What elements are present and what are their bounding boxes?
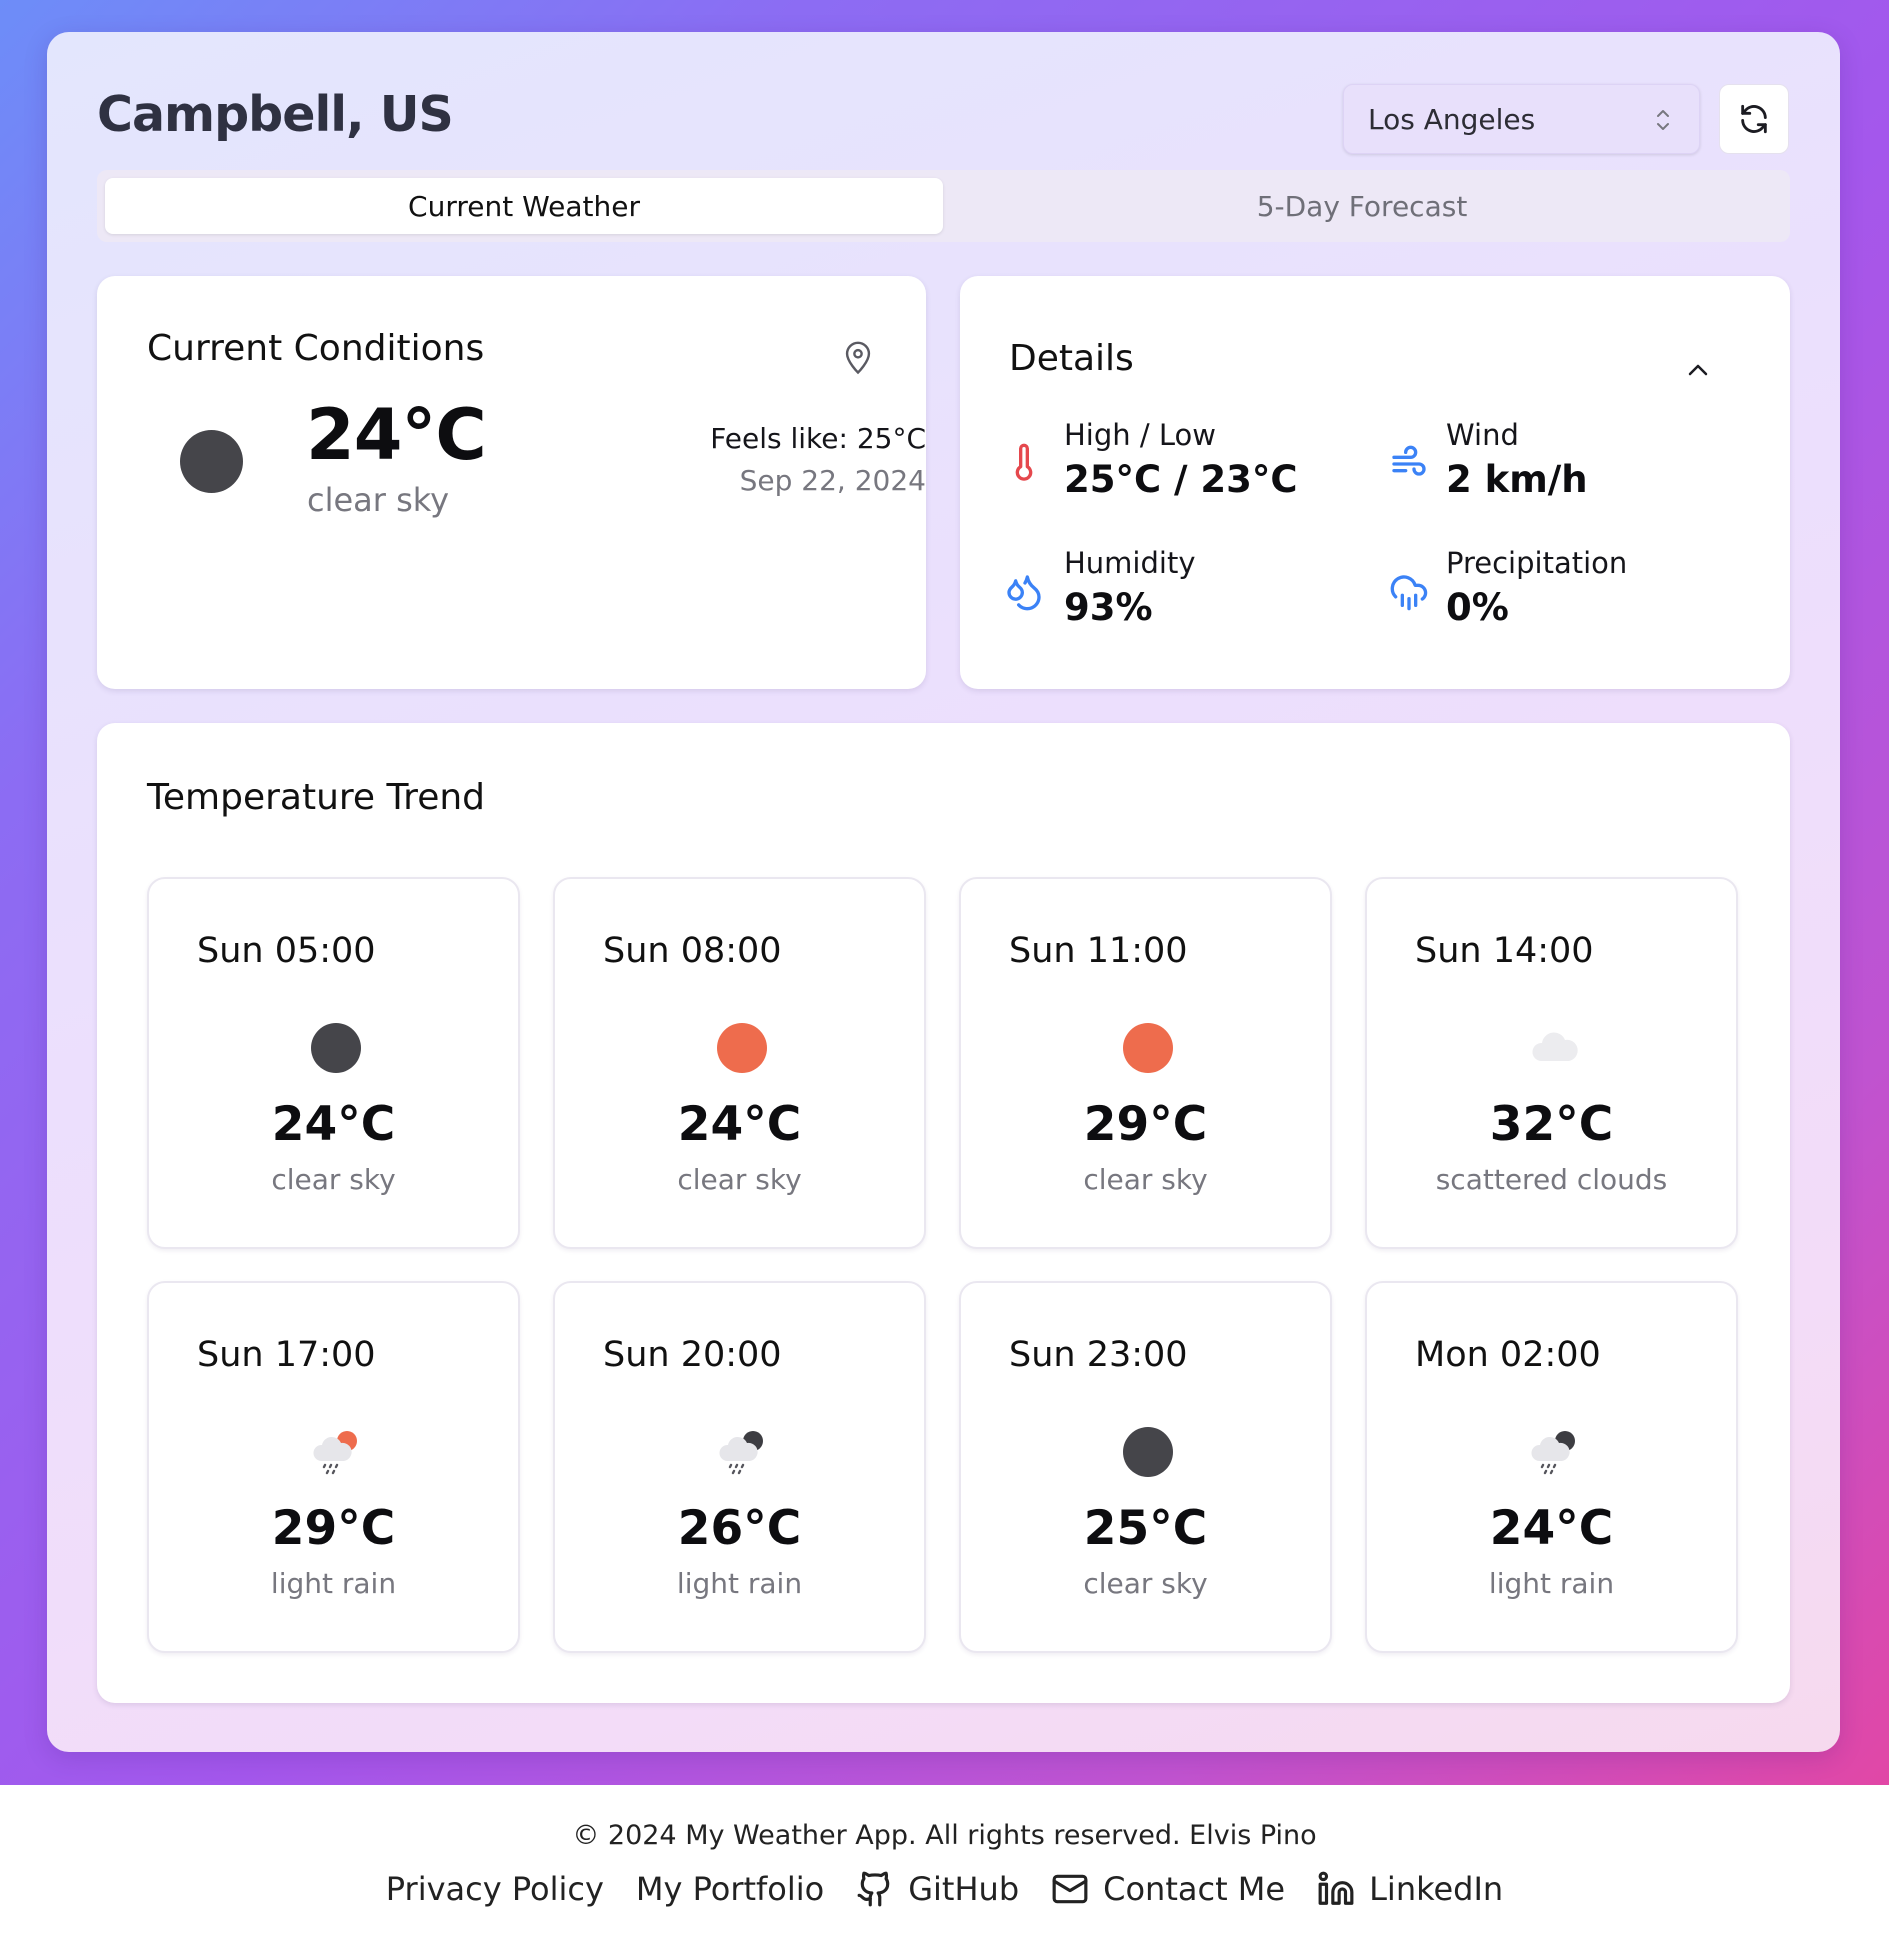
forecast-time: Sun 20:00 — [603, 1335, 782, 1375]
current-temperature: 24°C — [306, 394, 487, 476]
detail-label-wind: Wind — [1446, 418, 1519, 452]
forecast-temp: 24°C — [1489, 1501, 1614, 1556]
forecast-temp: 29°C — [271, 1501, 396, 1556]
forecast-temp: 26°C — [677, 1501, 802, 1556]
moon-icon — [180, 430, 243, 493]
detail-value-high-low: 25°C / 23°C — [1064, 458, 1298, 501]
forecast-desc: light rain — [1488, 1567, 1615, 1600]
forecast-card: Sun 11:00 29°C clear sky — [959, 877, 1332, 1249]
linkedin-icon — [1318, 1871, 1354, 1905]
current-description: clear sky — [307, 481, 450, 519]
refresh-button[interactable] — [1719, 84, 1789, 154]
chevron-up-icon[interactable] — [1686, 362, 1710, 378]
thermometer-icon — [1015, 443, 1033, 481]
forecast-time: Sun 17:00 — [197, 1335, 376, 1375]
rain-sun-icon — [313, 1431, 357, 1475]
forecast-temp: 29°C — [1083, 1097, 1208, 1152]
tab-5-day-forecast[interactable]: 5-Day Forecast — [943, 178, 1781, 234]
forecast-temp: 24°C — [271, 1097, 396, 1152]
privacy-policy-label: Privacy Policy — [385, 1870, 604, 1908]
github-icon — [857, 1871, 890, 1907]
details-title: Details — [1009, 338, 1134, 379]
forecast-time: Sun 14:00 — [1415, 931, 1594, 971]
forecast-time: Mon 02:00 — [1415, 1335, 1601, 1375]
forecast-desc: clear sky — [1083, 1163, 1208, 1196]
portfolio-label: My Portfolio — [635, 1870, 825, 1908]
forecast-time: Sun 23:00 — [1009, 1335, 1188, 1375]
forecast-card: Sun 20:00 26°C light rain — [553, 1281, 926, 1653]
moon-icon — [311, 1023, 361, 1073]
forecast-card: Sun 23:00 25°C clear sky — [959, 1281, 1332, 1653]
privacy-policy-link[interactable]: Privacy Policy — [386, 1870, 604, 1908]
forecast-card: Sun 17:00 29°C light rain — [147, 1281, 520, 1653]
github-link[interactable]: GitHub — [856, 1870, 1019, 1908]
linkedin-label: LinkedIn — [1369, 1870, 1504, 1908]
city-select[interactable]: Los Angeles — [1343, 84, 1700, 154]
mail-icon — [1052, 1874, 1088, 1904]
cloud-rain-icon — [1390, 575, 1428, 611]
detail-value-wind: 2 km/h — [1446, 458, 1588, 501]
sun-icon — [717, 1023, 767, 1073]
wind-icon — [1392, 445, 1426, 476]
forecast-desc: clear sky — [271, 1163, 396, 1196]
details-card: Details High / Low 25°C / 23°C Wind 2 km… — [960, 276, 1790, 689]
rain-moon-icon — [1531, 1431, 1575, 1475]
tab-current-weather[interactable]: Current Weather — [105, 178, 943, 234]
droplets-icon — [1007, 575, 1041, 611]
contact-link[interactable]: Contact Me — [1051, 1870, 1285, 1908]
refresh-icon — [1741, 104, 1767, 134]
forecast-card: Sun 14:00 32°C scattered clouds — [1365, 877, 1738, 1249]
temperature-trend-card: Temperature Trend Sun 05:00 24°C clear s… — [97, 723, 1790, 1703]
chevrons-up-down-icon — [1657, 110, 1669, 130]
current-conditions-title: Current Conditions — [147, 328, 485, 369]
forecast-card: Sun 05:00 24°C clear sky — [147, 877, 520, 1249]
forecast-card: Mon 02:00 24°C light rain — [1365, 1281, 1738, 1653]
forecast-temp: 24°C — [677, 1097, 802, 1152]
current-date: Sep 22, 2024 — [739, 464, 926, 497]
detail-label-precipitation: Precipitation — [1446, 546, 1628, 580]
feels-like: Feels like: 25°C — [710, 422, 926, 455]
forecast-desc: clear sky — [1083, 1567, 1208, 1600]
city-title: Campbell, US — [97, 86, 454, 143]
footer-links: Privacy Policy My Portfolio GitHub Conta… — [0, 1870, 1889, 1908]
forecast-card: Sun 08:00 24°C clear sky — [553, 877, 926, 1249]
temperature-trend-title: Temperature Trend — [147, 777, 486, 818]
rain-moon-icon — [719, 1431, 763, 1475]
forecast-time: Sun 11:00 — [1009, 931, 1188, 971]
forecast-time: Sun 08:00 — [603, 931, 782, 971]
detail-value-precipitation: 0% — [1446, 586, 1509, 629]
forecast-desc: scattered clouds — [1435, 1163, 1668, 1196]
forecast-temp: 25°C — [1083, 1501, 1208, 1556]
sun-icon — [1123, 1023, 1173, 1073]
footer-copyright: © 2024 My Weather App. All rights reserv… — [572, 1820, 1317, 1851]
detail-label-high-low: High / Low — [1064, 418, 1216, 452]
view-tabs: Current Weather 5-Day Forecast — [97, 170, 1790, 242]
detail-label-humidity: Humidity — [1064, 546, 1196, 580]
contact-label: Contact Me — [1103, 1870, 1286, 1908]
city-select-value: Los Angeles — [1368, 102, 1536, 136]
linkedin-link[interactable]: LinkedIn — [1317, 1870, 1503, 1908]
portfolio-link[interactable]: My Portfolio — [636, 1870, 824, 1908]
forecast-temp: 32°C — [1489, 1097, 1614, 1152]
map-pin-icon[interactable] — [843, 341, 873, 375]
detail-value-humidity: 93% — [1064, 586, 1153, 629]
forecast-desc: light rain — [270, 1567, 397, 1600]
moon-icon — [1123, 1427, 1173, 1477]
github-label: GitHub — [908, 1870, 1020, 1908]
cloud-icon — [1532, 1032, 1578, 1061]
forecast-desc: light rain — [676, 1567, 803, 1600]
forecast-desc: clear sky — [677, 1163, 802, 1196]
forecast-time: Sun 05:00 — [197, 931, 376, 971]
